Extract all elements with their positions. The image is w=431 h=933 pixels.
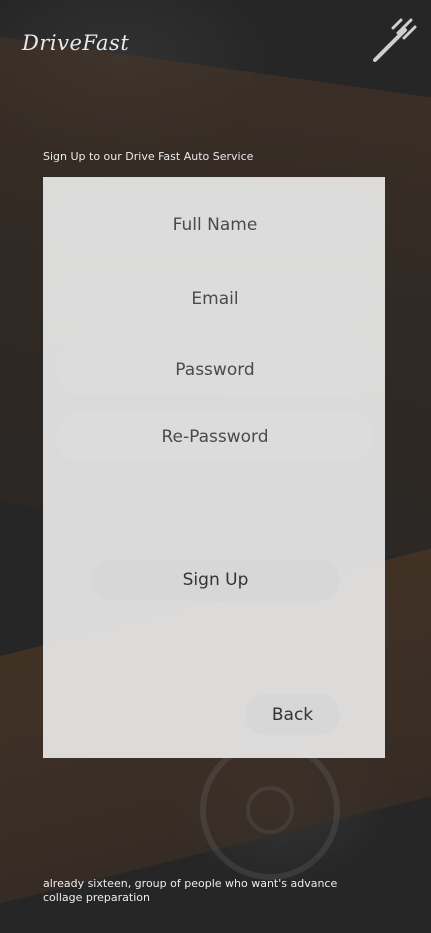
signup-subtitle: Sign Up to our Drive Fast Auto Service [43, 150, 254, 163]
signup-form-panel: Sign Up Back [43, 177, 385, 758]
signup-button[interactable]: Sign Up [91, 559, 340, 601]
car-wheel-graphic [200, 740, 340, 880]
back-button[interactable]: Back [245, 694, 340, 735]
password-input[interactable] [56, 345, 374, 395]
footer-text: already sixteen, group of people who wan… [43, 877, 338, 904]
repassword-input[interactable] [56, 412, 374, 462]
brand-logo[interactable]: DriveFast [22, 31, 129, 55]
full-name-input[interactable] [56, 200, 374, 250]
wrench-tools-icon[interactable] [371, 16, 419, 64]
email-input[interactable] [56, 274, 374, 324]
